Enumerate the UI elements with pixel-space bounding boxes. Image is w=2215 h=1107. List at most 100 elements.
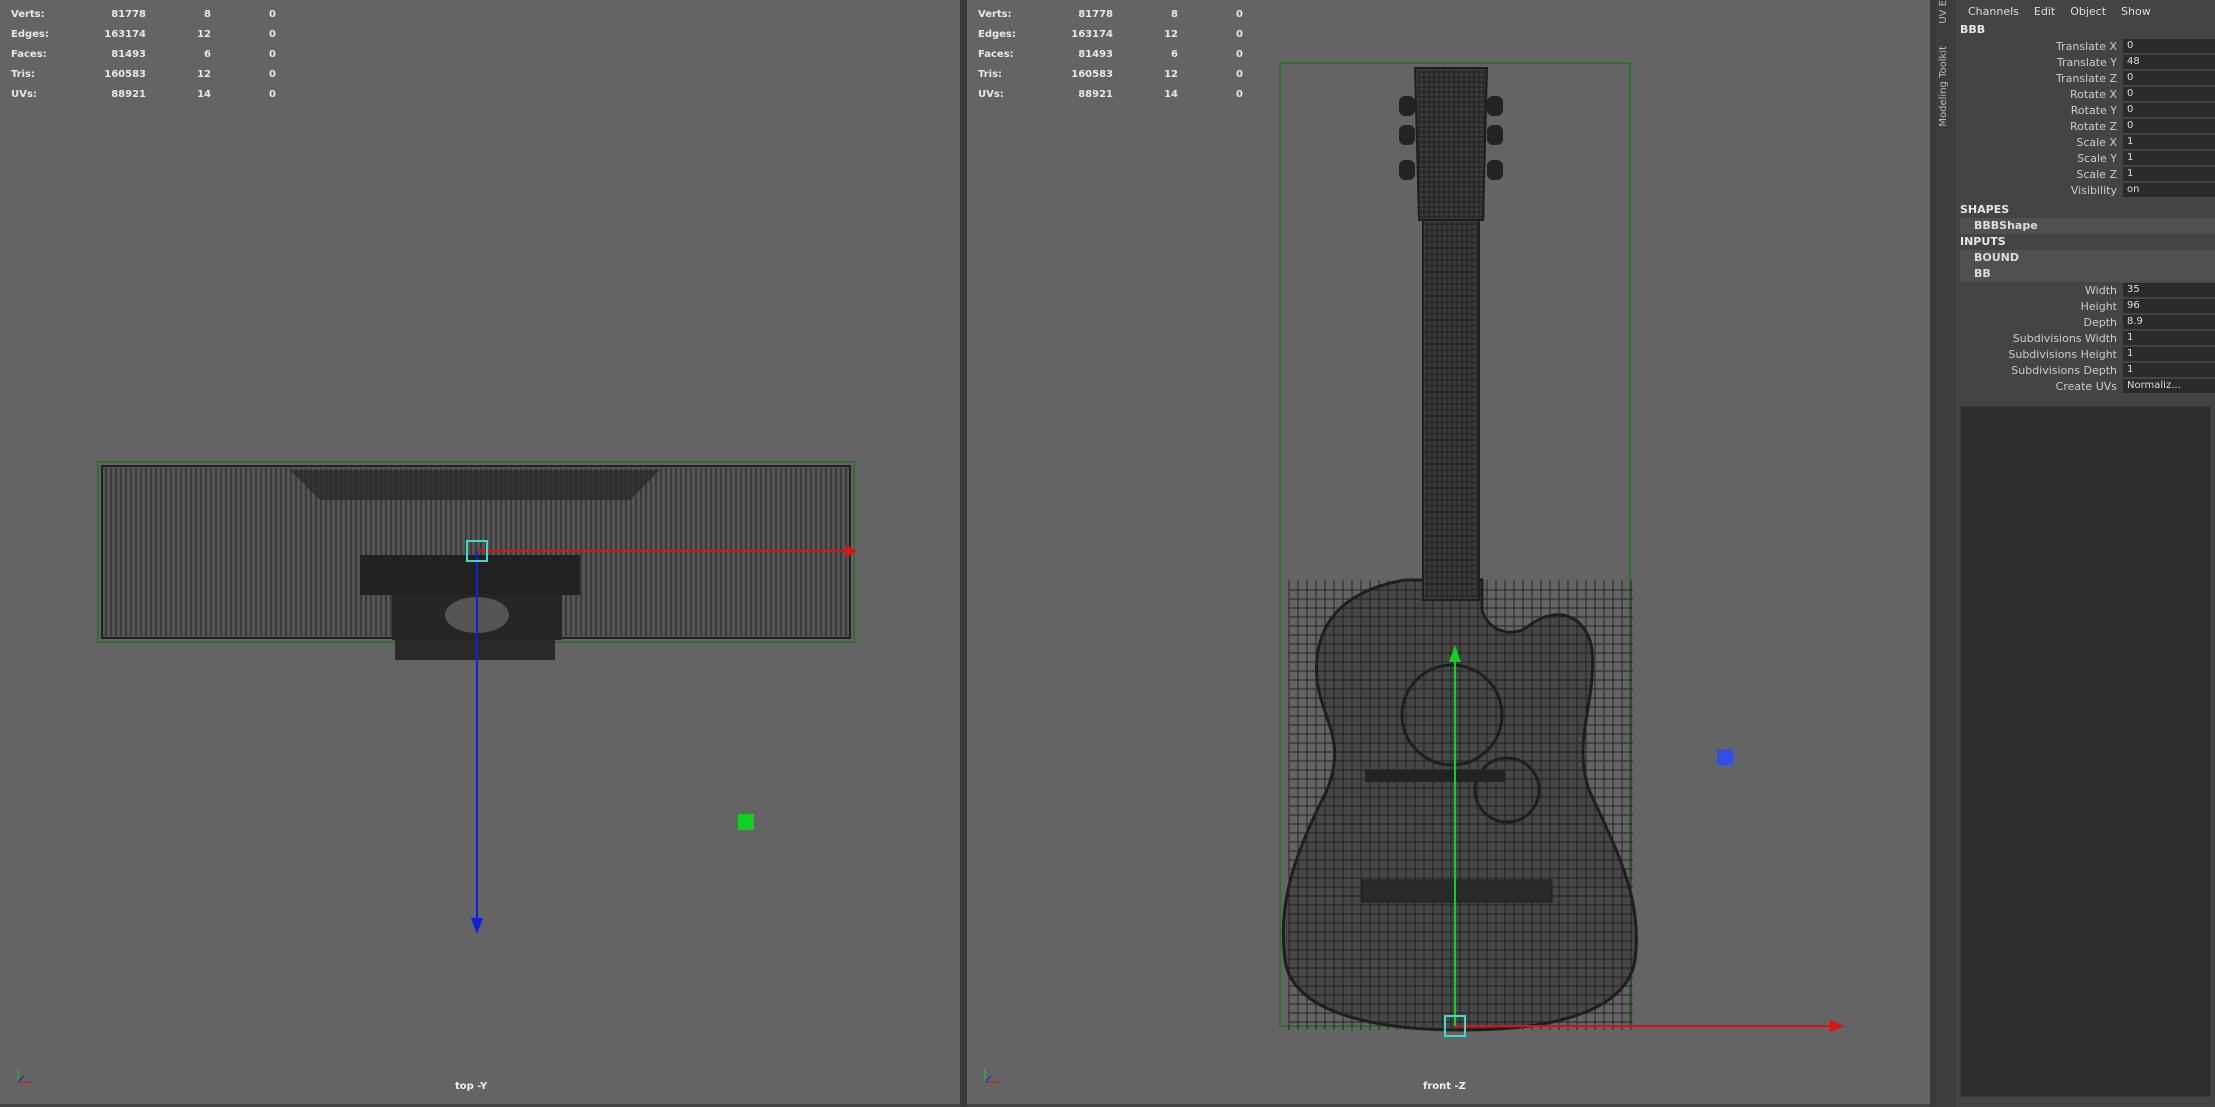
attribute-row: Depth 8.9 [1956, 314, 2215, 330]
hud-value: 0 [269, 88, 276, 100]
attribute-name[interactable]: Scale X [1956, 136, 2123, 149]
viewport-front-canvas[interactable] [967, 0, 1930, 1104]
z-axis-handle[interactable] [1717, 749, 1733, 765]
tab-modeling-toolkit[interactable]: Modeling Toolkit [1938, 46, 1949, 127]
hud-value: 88921 [1078, 88, 1113, 100]
hud-value: 81778 [111, 8, 146, 20]
object-name[interactable]: BBB [1956, 22, 2215, 38]
attribute-value-field[interactable]: 1 [2123, 347, 2215, 361]
inputs-header: INPUTS [1960, 235, 2006, 248]
attribute-name[interactable]: Subdivisions Depth [1956, 364, 2123, 377]
attribute-value-field[interactable]: 48 [2123, 55, 2215, 69]
hud-value: 163174 [1071, 28, 1113, 40]
hud-value: 81778 [1078, 8, 1113, 20]
channel-box-empty-area [1960, 406, 2211, 1097]
attribute-name[interactable]: Subdivisions Height [1956, 348, 2123, 361]
hud-value: 6 [204, 48, 211, 60]
hud-value: 0 [269, 48, 276, 60]
attribute-name[interactable]: Translate X [1956, 40, 2123, 53]
attribute-row: Subdivisions Height 1 [1956, 346, 2215, 362]
attribute-name[interactable]: Rotate X [1956, 88, 2123, 101]
guitar-wireframe-front [1279, 62, 1638, 1032]
attribute-name[interactable]: Visibility [1956, 184, 2123, 197]
hud-label: Verts: [978, 8, 1012, 20]
attribute-value-field[interactable]: 96 [2123, 299, 2215, 313]
attribute-row: Height 96 [1956, 298, 2215, 314]
hud-row: Faces: 81493 6 0 [11, 44, 276, 64]
attribute-value-field[interactable]: Normaliz... [2123, 379, 2215, 393]
hud-value: 0 [1236, 8, 1243, 20]
attribute-row: Translate Z0 [1956, 70, 2215, 86]
hud-value: 6 [1171, 48, 1178, 60]
attribute-row: Subdivisions Depth 1 [1956, 362, 2215, 378]
hud-label: UVs: [978, 88, 1004, 100]
attribute-name[interactable]: Scale Y [1956, 152, 2123, 165]
camera-label: top -Y [455, 1081, 488, 1092]
attribute-name[interactable]: Subdivisions Width [1956, 332, 2123, 345]
input-bound-node[interactable]: BOUND [1960, 250, 2215, 266]
hud-value: 14 [197, 88, 211, 100]
attribute-name[interactable]: Width [1956, 284, 2123, 297]
hud-value: 0 [269, 28, 276, 40]
hud-value: 12 [1164, 28, 1178, 40]
shape-node[interactable]: BBBShape [1960, 218, 2215, 234]
attribute-name[interactable]: Translate Y [1956, 56, 2123, 69]
attribute-name[interactable]: Scale Z [1956, 168, 2123, 181]
attribute-row: Scale Z1 [1956, 166, 2215, 182]
attribute-value-field[interactable]: 0 [2123, 119, 2215, 133]
channel-box-menu: Channels Edit Object Show [1956, 0, 2215, 22]
attribute-value-field[interactable]: 35 [2123, 283, 2215, 297]
attribute-value-field[interactable]: 1 [2123, 363, 2215, 377]
attribute-value-field[interactable]: 1 [2123, 135, 2215, 149]
hud-row: Tris: 160583 12 0 [978, 64, 1243, 84]
attribute-value-field[interactable]: 0 [2123, 71, 2215, 85]
poly-count-hud: Verts: 81778 8 0 Edges: 163174 12 0 Faces: 81493 6… [11, 4, 276, 104]
tab-uv-editor[interactable]: UV E [1938, 0, 1949, 24]
attribute-name[interactable]: Create UVs [1956, 380, 2123, 393]
z-axis-arrow[interactable] [471, 918, 483, 934]
input-attributes: Width 35 Height 96 Depth 8.9 Subdivisions Widt… [1956, 282, 2215, 394]
attribute-value-field[interactable]: 1 [2123, 331, 2215, 345]
hud-value: 0 [1236, 68, 1243, 80]
attribute-value-field[interactable]: 1 [2123, 151, 2215, 165]
attribute-name[interactable]: Height [1956, 300, 2123, 313]
hud-value: 88921 [111, 88, 146, 100]
hud-label: Verts: [11, 8, 45, 20]
hud-value: 0 [1236, 88, 1243, 100]
attribute-value-field[interactable]: on [2123, 183, 2215, 197]
attribute-row: Translate Y 48 [1956, 54, 2215, 70]
attribute-name[interactable]: Rotate Y [1956, 104, 2123, 117]
attribute-name[interactable]: Depth [1956, 316, 2123, 329]
menu-object[interactable]: Object [2070, 5, 2106, 18]
attribute-value-field[interactable]: 0 [2123, 39, 2215, 53]
hud-label: Edges: [978, 28, 1016, 40]
attribute-row: Subdivisions Width 1 [1956, 330, 2215, 346]
viewport-front[interactable]: Verts: 81778 8 0 Edges: 163174 12 0 Faces: 81493 6… [967, 0, 1930, 1104]
attribute-row: Create UVs Normaliz... [1956, 378, 2215, 394]
x-axis-arrow[interactable] [1830, 1020, 1844, 1032]
hud-label: Tris: [978, 68, 1003, 80]
menu-channels[interactable]: Channels [1968, 5, 2019, 18]
hud-value: 14 [1164, 88, 1178, 100]
viewport-top-canvas[interactable] [0, 0, 960, 1104]
menu-show[interactable]: Show [2121, 5, 2151, 18]
attribute-row: Visibility on [1956, 182, 2215, 198]
attribute-value-field[interactable]: 1 [2123, 167, 2215, 181]
attribute-value-field[interactable]: 0 [2123, 103, 2215, 117]
attribute-name[interactable]: Translate Z [1956, 72, 2123, 85]
hud-value: 160583 [104, 68, 146, 80]
menu-edit[interactable]: Edit [2034, 5, 2055, 18]
shapes-header: SHAPES [1960, 203, 2010, 216]
y-axis-handle[interactable] [738, 814, 754, 830]
hud-row: Verts: 81778 8 0 [11, 4, 276, 24]
x-axis-arrow[interactable] [845, 545, 858, 557]
input-bb-node[interactable]: BB [1960, 266, 2215, 282]
attribute-name[interactable]: Rotate Z [1956, 120, 2123, 133]
attribute-value-field[interactable]: 0 [2123, 87, 2215, 101]
hud-value: 81493 [111, 48, 146, 60]
viewport-top[interactable]: Verts: 81778 8 0 Edges: 163174 12 0 Faces: 81493 6… [0, 0, 960, 1104]
hud-value: 12 [197, 28, 211, 40]
attribute-value-field[interactable]: 8.9 [2123, 315, 2215, 329]
viewport-divider[interactable] [960, 0, 967, 1107]
hud-label: Faces: [978, 48, 1014, 60]
